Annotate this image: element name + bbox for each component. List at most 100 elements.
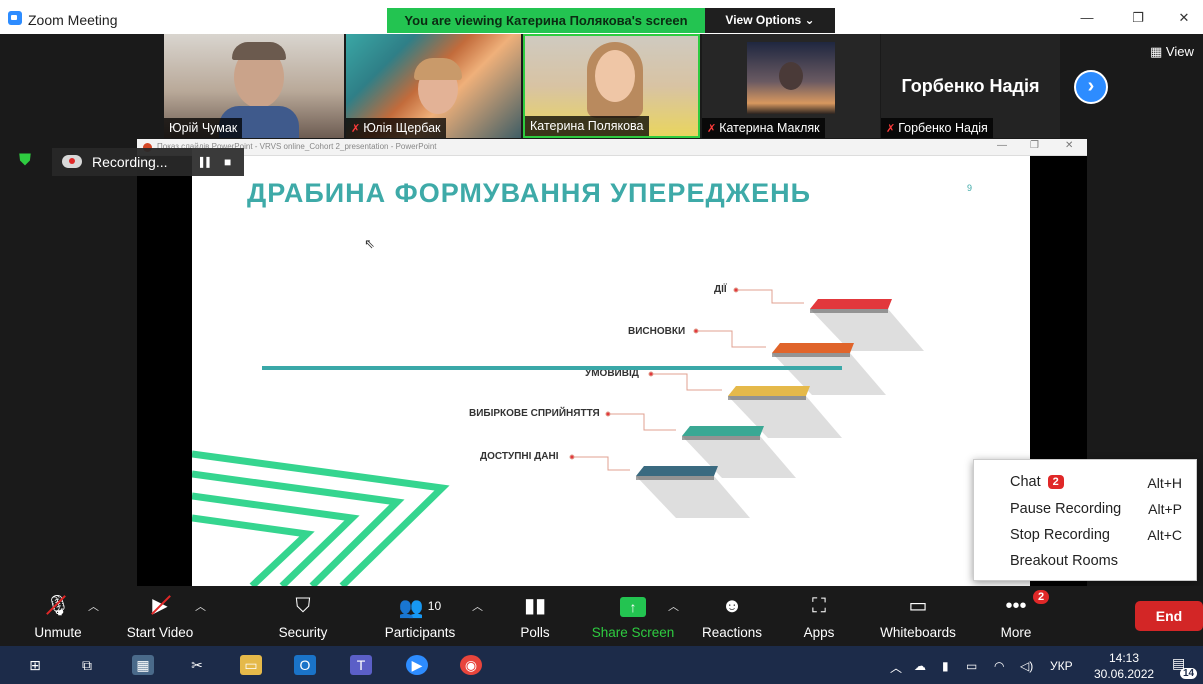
- polls-icon: ▮▮: [523, 595, 546, 617]
- chrome-icon[interactable]: ◉: [460, 655, 482, 675]
- mic-muted-icon: ✗: [886, 123, 896, 135]
- clock-date: 30.06.2022: [1094, 667, 1155, 681]
- video-tile-gorbenko-nadiya[interactable]: Горбенко Надія ✗ Горбенко Надія: [881, 34, 1060, 138]
- step-leader-lines: [569, 287, 804, 471]
- pause-recording-icon[interactable]: ▌▌: [200, 157, 213, 167]
- security-button[interactable]: ⛉ Security: [268, 586, 338, 646]
- participant-name-label: Катерина Полякова: [525, 116, 649, 136]
- minimize-button[interactable]: —: [1077, 10, 1097, 26]
- step-leader-4: [610, 413, 676, 431]
- taskbar-clock[interactable]: 14:13 30.06.2022: [1094, 650, 1154, 682]
- zoom-taskbar-icon[interactable]: ▶: [406, 655, 428, 675]
- apps-icon: ⛶: [812, 595, 826, 617]
- step-label-5: ДОСТУПНІ ДАНІ: [480, 451, 559, 462]
- participants-icon: 👥 10: [398, 597, 442, 619]
- mouse-cursor-icon: ⇖: [364, 236, 375, 251]
- video-tile-yuriy-chumak[interactable]: Юрій Чумак: [164, 34, 344, 138]
- step-plate-1: [810, 299, 892, 309]
- zoom-app-icon: [8, 11, 22, 25]
- participant-face: [595, 50, 635, 102]
- video-off-icon: ▶: [122, 594, 198, 618]
- stop-recording-icon[interactable]: ■: [224, 155, 231, 169]
- end-meeting-button[interactable]: End: [1135, 601, 1203, 631]
- snipping-tool-icon[interactable]: ✂: [186, 655, 208, 675]
- share-options-chevron-icon[interactable]: ︿: [668, 598, 679, 614]
- video-tile-yuliya-shcherbak[interactable]: ✗ Юлія Щербак: [346, 34, 521, 138]
- close-button[interactable]: ✕: [1174, 10, 1194, 26]
- encryption-shield-icon[interactable]: ⛊: [19, 152, 39, 172]
- step-shadow-5: [636, 476, 750, 518]
- participant-name-label: ✗ Горбенко Надія: [881, 118, 993, 138]
- video-tile-kateryna-maklyak[interactable]: ✗ Катерина Макляк: [702, 34, 880, 138]
- more-notification-badge: 2: [1033, 590, 1050, 604]
- ppt-close-icon: ✕: [1065, 140, 1074, 151]
- recording-label: Recording...: [92, 154, 168, 170]
- participant-hair: [232, 42, 286, 60]
- step-leader-dot-5: [569, 454, 575, 460]
- file-explorer-icon[interactable]: ▭: [240, 655, 262, 675]
- participant-face: [779, 62, 803, 90]
- step-leader-dot-3: [648, 371, 654, 377]
- view-button[interactable]: ▦ View: [1150, 44, 1194, 60]
- wifi-icon[interactable]: ◠: [994, 659, 1004, 673]
- participant-name-label: Юрій Чумак: [164, 118, 243, 138]
- menu-item-breakout-rooms[interactable]: Breakout Rooms: [1010, 553, 1118, 569]
- step-plate-4: [682, 426, 764, 436]
- restore-button[interactable]: ❐: [1128, 10, 1148, 26]
- chat-unread-badge: 2: [1047, 475, 1064, 489]
- participant-name-label: ✗ Катерина Макляк: [702, 118, 825, 138]
- menu-shortcut-stop: Alt+C: [1147, 527, 1182, 543]
- video-options-chevron-icon[interactable]: ︿: [195, 598, 206, 614]
- mic-muted-icon: ✗: [707, 123, 717, 135]
- start-video-button[interactable]: ▶ Start Video: [122, 586, 198, 646]
- participants-button[interactable]: 👥 10 Participants: [378, 586, 462, 646]
- recording-controls: ▌▌ ■: [192, 148, 244, 176]
- video-tile-kateryna-polyakova[interactable]: Катерина Полякова: [523, 34, 700, 138]
- whiteboards-button[interactable]: ▭ Whiteboards: [874, 586, 962, 646]
- ppt-restore-icon: ❐: [1030, 140, 1039, 151]
- mic-muted-icon: ✗: [351, 123, 361, 135]
- share-screen-button[interactable]: ↑ Share Screen: [590, 586, 676, 646]
- menu-item-chat[interactable]: Chat 2: [1010, 474, 1064, 490]
- share-screen-icon: ↑: [590, 594, 676, 618]
- step-plate-3: [728, 386, 810, 396]
- teams-icon[interactable]: T: [350, 655, 372, 675]
- notifications-count-badge: 14: [1180, 668, 1198, 679]
- window-title: Zoom Meeting: [28, 12, 118, 28]
- step-edge-2: [772, 353, 850, 357]
- view-options-button[interactable]: View Options ⌄: [705, 8, 835, 33]
- outlook-icon[interactable]: O: [294, 655, 316, 675]
- green-chevron-decoration: [192, 450, 450, 586]
- task-view-icon[interactable]: ⧉: [76, 655, 98, 675]
- step-edge-5: [636, 476, 714, 480]
- step-edge-3: [728, 396, 806, 400]
- step-edge-1: [810, 309, 888, 313]
- battery-icon[interactable]: ▭: [966, 659, 977, 673]
- menu-shortcut-pause: Alt+P: [1148, 501, 1182, 517]
- apps-button[interactable]: ⛶ Apps: [796, 586, 842, 646]
- windows-start-icon[interactable]: ⊞: [24, 655, 46, 675]
- onedrive-icon[interactable]: ☁: [914, 659, 926, 673]
- participant-video-frame: [747, 42, 835, 114]
- menu-item-stop-recording[interactable]: Stop Recording: [1010, 527, 1110, 543]
- viewing-screen-banner: You are viewing Катерина Полякова's scre…: [387, 8, 705, 33]
- step-plate-5: [636, 466, 718, 476]
- participant-display-name: Горбенко Надія: [901, 76, 1040, 96]
- step-edge-4: [682, 436, 760, 440]
- input-language[interactable]: УКР: [1050, 659, 1073, 673]
- polls-button[interactable]: ▮▮ Polls: [510, 586, 560, 646]
- volume-icon[interactable]: ◁): [1020, 659, 1033, 673]
- unmute-button[interactable]: 🎙 Unmute: [22, 586, 94, 646]
- menu-item-pause-recording[interactable]: Pause Recording: [1010, 501, 1121, 517]
- reactions-button[interactable]: ☻ Reactions: [700, 586, 764, 646]
- usb-device-icon[interactable]: ▮: [942, 659, 949, 673]
- slide-number: 9: [967, 183, 973, 193]
- clock-time: 14:13: [1108, 651, 1140, 665]
- next-page-arrow-icon[interactable]: ›: [1074, 70, 1108, 104]
- calculator-icon[interactable]: ▦: [132, 655, 154, 675]
- step-leader-5: [574, 456, 630, 471]
- tray-overflow-chevron-icon[interactable]: ︿: [890, 659, 902, 676]
- audio-options-chevron-icon[interactable]: ︿: [88, 598, 99, 614]
- participants-chevron-icon[interactable]: ︿: [472, 598, 483, 614]
- recording-indicator[interactable]: Recording...: [52, 148, 192, 176]
